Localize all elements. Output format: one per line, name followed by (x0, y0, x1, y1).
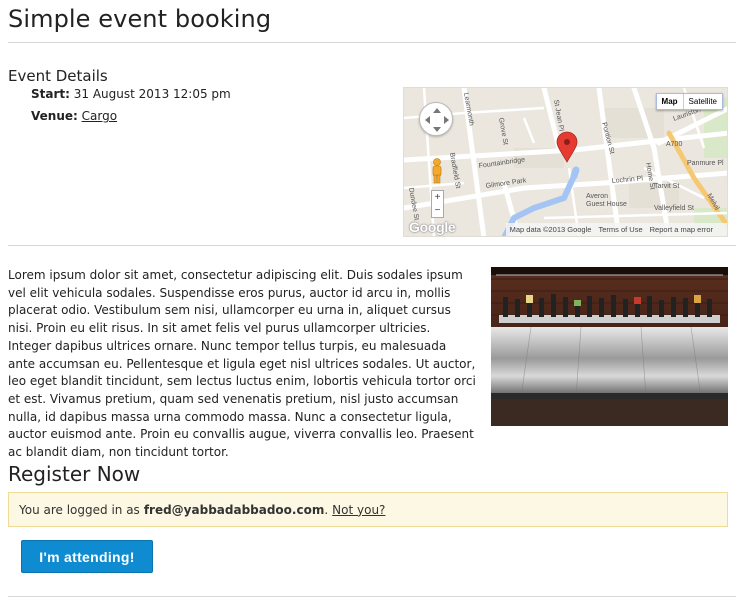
start-label: Start: (31, 87, 70, 101)
footer-divider (8, 596, 736, 597)
title-divider (8, 42, 736, 43)
event-start-row: Start: 31 August 2013 12:05 pm (31, 87, 231, 101)
event-description: Lorem ipsum dolor sit amet, consectetur … (8, 268, 476, 460)
svg-text:A700: A700 (666, 141, 682, 148)
register-heading: Register Now (8, 462, 141, 486)
zoom-out-button[interactable]: − (432, 204, 443, 217)
report-map-error-link[interactable]: Report a map error (650, 225, 713, 234)
map-type-satellite-button[interactable]: Satellite (684, 94, 722, 109)
svg-text:Panmure Pl: Panmure Pl (687, 160, 724, 167)
venue-map[interactable]: Pontion St Grove St Fountainbridge Gilmo… (403, 87, 728, 237)
page-title: Simple event booking (8, 5, 272, 33)
start-value: 31 August 2013 12:05 pm (73, 87, 231, 101)
logged-in-prefix: You are logged in as (19, 502, 140, 517)
event-details-heading: Event Details (8, 67, 108, 85)
map-data-text: Map data ©2013 Google (509, 225, 592, 234)
svg-text:Guest House: Guest House (586, 201, 627, 208)
attend-button[interactable]: I'm attending! (21, 540, 153, 573)
venue-label: Venue: (31, 109, 78, 123)
google-logo: Google (409, 219, 456, 235)
zoom-in-button[interactable]: + (432, 191, 443, 204)
logged-in-alert: You are logged in as fred@yabbadabbadoo.… (8, 492, 728, 527)
svg-text:Tarvit St: Tarvit St (654, 183, 679, 190)
zoom-control: + − (431, 190, 444, 218)
not-you-link[interactable]: Not you? (332, 503, 385, 517)
event-photo (491, 267, 728, 426)
terms-of-use-link[interactable]: Terms of Use (598, 225, 642, 234)
map-type-control: Map Satellite (655, 93, 723, 110)
user-email: fred@yabbadabbadoo.com (143, 502, 325, 517)
pan-control-icon[interactable] (419, 102, 453, 136)
details-divider (8, 245, 736, 246)
map-attribution: Map data ©2013 Google Terms of Use Repor… (505, 223, 727, 236)
map-type-map-button[interactable]: Map (657, 94, 683, 109)
email-suffix: . (324, 502, 329, 517)
svg-text:Valleyfield St: Valleyfield St (654, 205, 694, 212)
event-venue-row: Venue: Cargo (31, 109, 117, 123)
svg-text:Averon: Averon (586, 193, 608, 200)
venue-link[interactable]: Cargo (82, 109, 117, 123)
